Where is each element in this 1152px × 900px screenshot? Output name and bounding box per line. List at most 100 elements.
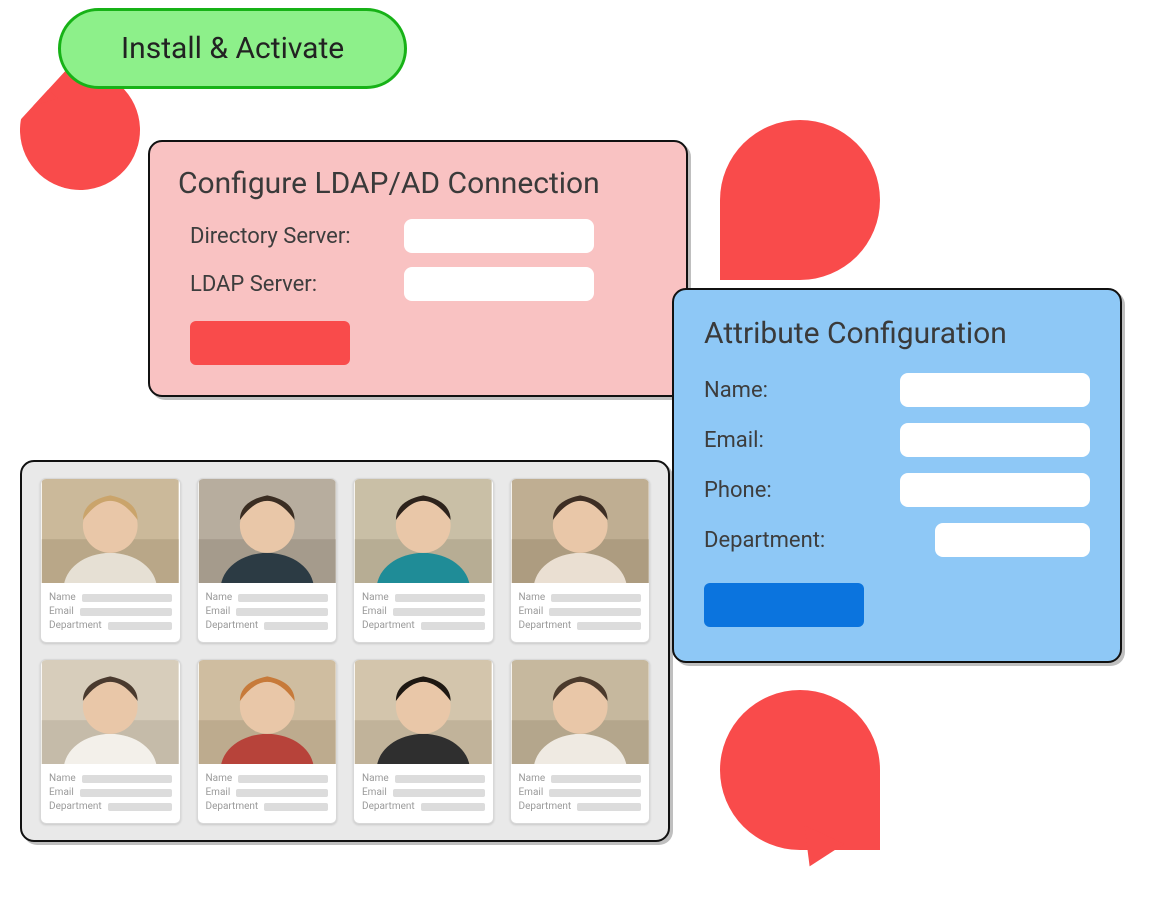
person-email-value [80,608,172,616]
attr-phone-label: Phone: [704,478,772,503]
attribute-config-card: Attribute Configuration Name: Email: Pho… [672,288,1122,663]
person-email-value [236,789,328,797]
person-email-value [80,789,172,797]
ldap-config-title: Configure LDAP/AD Connection [178,166,658,201]
person-avatar [198,660,337,764]
person-card[interactable]: Name Email Department [510,659,651,824]
person-email-value [393,789,485,797]
person-department-value [577,803,641,811]
attr-department-input[interactable] [935,523,1090,557]
person-department-value [421,803,485,811]
flow-arrow-3 [720,690,880,850]
person-email-label: Email [362,787,387,798]
person-avatar [41,660,180,764]
person-info: Name Email Department [198,764,337,823]
person-name-label: Name [519,773,546,784]
person-email-label: Email [519,606,544,617]
person-card[interactable]: Name Email Department [40,478,181,643]
person-name-label: Name [519,592,546,603]
people-directory-panel: Name Email Department Name Email Departm… [20,460,670,842]
install-activate-button[interactable]: Install & Activate [58,8,407,89]
flow-arrow-2 [720,120,880,280]
attr-department-row: Department: [704,523,1090,557]
person-name-label: Name [49,773,76,784]
directory-server-label: Directory Server: [190,224,390,249]
person-name-value [238,775,328,783]
person-name-value [82,594,172,602]
person-info: Name Email Department [41,764,180,823]
person-department-label: Department [49,620,102,631]
person-avatar [198,479,337,583]
ldap-config-card: Configure LDAP/AD Connection Directory S… [148,140,688,397]
person-info: Name Email Department [354,764,493,823]
person-name-value [82,775,172,783]
person-department-label: Department [49,801,102,812]
attr-email-row: Email: [704,423,1090,457]
attr-name-row: Name: [704,373,1090,407]
person-name-value [551,775,641,783]
person-department-value [577,622,641,630]
person-department-value [108,803,172,811]
person-name-label: Name [362,773,389,784]
person-department-label: Department [206,801,259,812]
attribute-config-title: Attribute Configuration [704,316,1090,351]
attr-name-input[interactable] [900,373,1090,407]
person-info: Name Email Department [198,583,337,642]
person-card[interactable]: Name Email Department [40,659,181,824]
person-email-label: Email [519,787,544,798]
person-department-label: Department [519,620,572,631]
person-department-value [421,622,485,630]
person-department-label: Department [362,801,415,812]
ldap-submit-button[interactable] [190,321,350,365]
person-card[interactable]: Name Email Department [197,478,338,643]
person-name-label: Name [206,592,233,603]
ldap-server-label: LDAP Server: [190,272,390,297]
person-email-label: Email [49,787,74,798]
person-card[interactable]: Name Email Department [510,478,651,643]
person-email-label: Email [206,787,231,798]
person-info: Name Email Department [354,583,493,642]
person-avatar [354,479,493,583]
person-name-value [238,594,328,602]
person-name-value [395,775,485,783]
person-name-value [395,594,485,602]
person-info: Name Email Department [41,583,180,642]
directory-server-input[interactable] [404,219,594,253]
person-info: Name Email Department [511,583,650,642]
person-card[interactable]: Name Email Department [197,659,338,824]
person-avatar [41,479,180,583]
attr-department-label: Department: [704,528,825,553]
person-email-label: Email [362,606,387,617]
person-card[interactable]: Name Email Department [353,478,494,643]
person-info: Name Email Department [511,764,650,823]
person-name-label: Name [362,592,389,603]
person-email-label: Email [49,606,74,617]
person-department-value [264,622,328,630]
person-card[interactable]: Name Email Department [353,659,494,824]
person-avatar [354,660,493,764]
directory-server-row: Directory Server: [190,219,658,253]
person-department-label: Department [519,801,572,812]
person-email-value [549,789,641,797]
person-email-value [393,608,485,616]
person-avatar [511,660,650,764]
person-department-label: Department [206,620,259,631]
person-name-value [551,594,641,602]
person-avatar [511,479,650,583]
ldap-server-input[interactable] [404,267,594,301]
person-email-value [549,608,641,616]
attr-email-input[interactable] [900,423,1090,457]
attr-phone-input[interactable] [900,473,1090,507]
ldap-server-row: LDAP Server: [190,267,658,301]
person-department-label: Department [362,620,415,631]
person-email-value [236,608,328,616]
install-activate-label: Install & Activate [121,31,344,66]
person-name-label: Name [49,592,76,603]
person-name-label: Name [206,773,233,784]
attr-name-label: Name: [704,378,768,403]
person-email-label: Email [206,606,231,617]
attr-email-label: Email: [704,428,764,453]
attr-submit-button[interactable] [704,583,864,627]
attr-phone-row: Phone: [704,473,1090,507]
person-department-value [108,622,172,630]
